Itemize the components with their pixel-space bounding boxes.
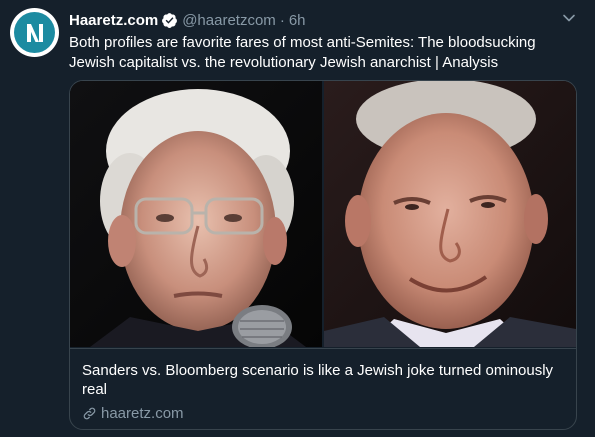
handle[interactable]: @haaretzcom [182, 12, 276, 29]
link-card[interactable]: Sanders vs. Bloomberg scenario is like a… [69, 80, 577, 430]
tweet-text: Both profiles are favorite fares of most… [69, 34, 536, 71]
display-name[interactable]: Haaretz.com [69, 12, 158, 29]
card-title[interactable]: Sanders vs. Bloomberg scenario is like a… [82, 361, 562, 399]
card-images[interactable] [70, 81, 576, 347]
avatar[interactable] [10, 8, 59, 57]
verified-badge-icon [161, 12, 178, 29]
card-domain[interactable]: haaretz.com [82, 405, 184, 422]
link-icon [82, 406, 97, 421]
haaretz-logo-icon [14, 12, 55, 53]
tweet-header: Haaretz.com @haaretzcom · 6h [69, 10, 306, 30]
photo-of-bernie-sanders[interactable] [70, 81, 322, 347]
photo-of-michael-bloomberg[interactable] [324, 81, 576, 347]
timestamp[interactable]: 6h [289, 12, 306, 29]
chevron-down-icon[interactable] [561, 10, 577, 26]
separator-dot: · [279, 11, 285, 29]
card-domain-text[interactable]: haaretz.com [101, 405, 184, 422]
tweet[interactable]: Haaretz.com @haaretzcom · 6h Both profil… [0, 0, 595, 437]
card-body[interactable]: Sanders vs. Bloomberg scenario is like a… [70, 348, 576, 429]
